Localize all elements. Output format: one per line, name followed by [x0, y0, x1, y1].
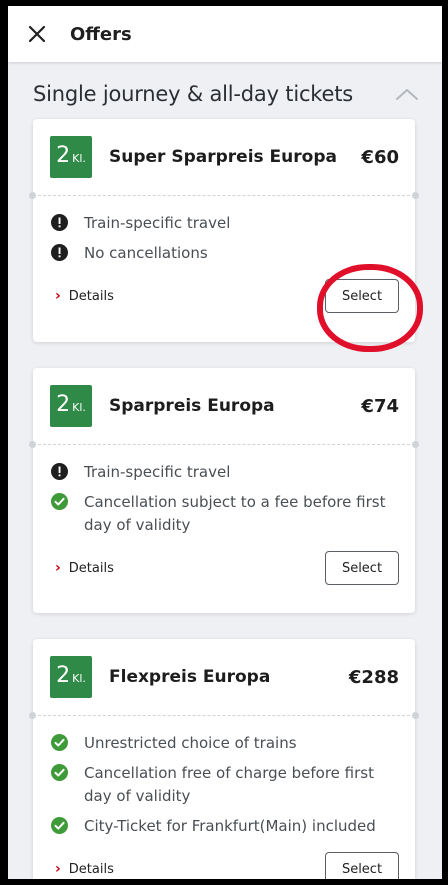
feature-list: Train-specific travel No cancellations [33, 196, 415, 265]
top-app-bar: Offers [8, 6, 442, 62]
exclamation-icon [51, 463, 68, 480]
offer-name: Sparpreis Europa [109, 396, 275, 416]
offer-card-flexpreis: 2 Kl. Flexpreis Europa €288 Unrestricted… [29, 639, 419, 879]
feature-text: No cancellations [84, 244, 208, 262]
select-button[interactable]: Select [325, 551, 399, 585]
class-number: 2 [56, 143, 71, 168]
checkmark-icon [51, 764, 68, 781]
chevron-right-icon: › [55, 288, 61, 304]
offer-card-header: 2 Kl. Flexpreis Europa €288 [33, 639, 415, 715]
class-suffix: Kl. [72, 672, 86, 685]
feature-list: Train-specific travel Cancellation subje… [33, 445, 415, 537]
exclamation-icon [51, 214, 68, 231]
details-link[interactable]: › Details [55, 560, 114, 576]
ticket-divider [29, 712, 419, 719]
offers-screen: Offers Single journey & all-day tickets … [8, 6, 442, 879]
offer-card-sparpreis: 2 Kl. Sparpreis Europa €74 Train-specifi… [29, 368, 419, 613]
close-button[interactable] [8, 6, 66, 62]
offer-price: €60 [361, 146, 399, 168]
class-number: 2 [56, 392, 71, 417]
feature-item: No cancellations [51, 242, 399, 265]
feature-item: Train-specific travel [51, 212, 399, 235]
feature-text: City-Ticket for Frankfurt(Main) included [84, 817, 376, 835]
class-suffix: Kl. [72, 152, 86, 165]
details-link[interactable]: › Details [55, 861, 114, 877]
class-suffix: Kl. [72, 401, 86, 414]
details-label: Details [68, 288, 114, 304]
details-label: Details [68, 861, 114, 877]
offer-card-footer: › Details Select [33, 544, 415, 592]
feature-text: Train-specific travel [84, 214, 231, 232]
chevron-right-icon: › [55, 861, 61, 877]
feature-text: Unrestricted choice of trains [84, 734, 297, 752]
feature-item: Unrestricted choice of trains [51, 732, 399, 755]
feature-list: Unrestricted choice of trains Cancellati… [33, 716, 415, 838]
feature-item: Train-specific travel [51, 461, 399, 484]
chevron-right-icon: › [55, 560, 61, 576]
offer-name: Super Sparpreis Europa [109, 147, 337, 167]
feature-item: City-Ticket for Frankfurt(Main) included [51, 815, 399, 838]
page-title: Offers [70, 23, 132, 45]
section-title: Single journey & all-day tickets [33, 82, 354, 106]
feature-text: Cancellation free of charge before first… [84, 764, 374, 805]
checkmark-icon [51, 493, 68, 510]
chevron-up-icon[interactable] [396, 88, 418, 100]
feature-item: Cancellation free of charge before first… [51, 762, 399, 808]
exclamation-icon [51, 244, 68, 261]
feature-item: Cancellation subject to a fee before fir… [51, 491, 399, 537]
checkmark-icon [51, 734, 68, 751]
close-icon [28, 25, 46, 43]
feature-text: Train-specific travel [84, 463, 231, 481]
details-label: Details [68, 560, 114, 576]
select-button[interactable]: Select [325, 279, 399, 313]
checkmark-icon [51, 817, 68, 834]
section-header[interactable]: Single journey & all-day tickets [8, 70, 442, 118]
class-number: 2 [56, 663, 71, 688]
ticket-divider [29, 192, 419, 199]
ticket-divider [29, 441, 419, 448]
offer-card-header: 2 Kl. Sparpreis Europa €74 [33, 368, 415, 444]
offer-price: €288 [348, 666, 399, 688]
offer-price: €74 [361, 395, 399, 417]
class-badge: 2 Kl. [50, 385, 92, 427]
class-badge: 2 Kl. [50, 656, 92, 698]
feature-text: Cancellation subject to a fee before fir… [84, 493, 386, 534]
select-button[interactable]: Select [325, 852, 399, 879]
offer-card-footer: › Details Select [33, 845, 415, 879]
offer-card-super-sparpreis: 2 Kl. Super Sparpreis Europa €60 Train-s… [29, 119, 419, 342]
offer-card-header: 2 Kl. Super Sparpreis Europa €60 [33, 119, 415, 195]
class-badge: 2 Kl. [50, 136, 92, 178]
details-link[interactable]: › Details [55, 288, 114, 304]
offer-name: Flexpreis Europa [109, 667, 271, 687]
offer-card-footer: › Details Select [33, 272, 415, 320]
